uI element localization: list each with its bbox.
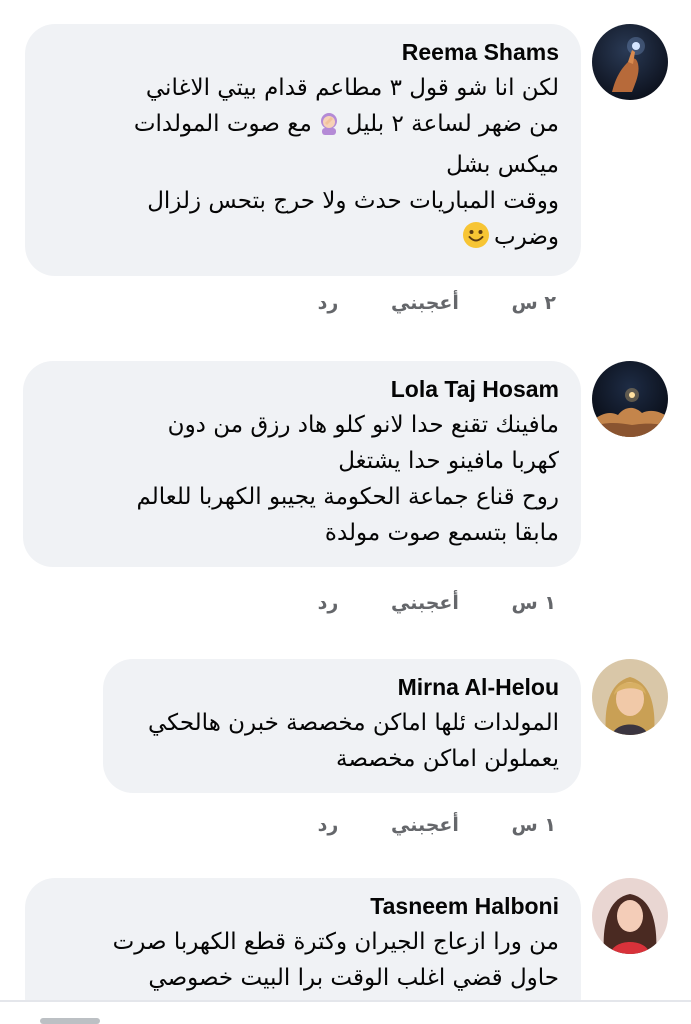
- facepalm-emoji-icon: [316, 110, 342, 147]
- reply-button[interactable]: رد: [318, 814, 339, 836]
- comment-bubble: Lola Taj Hosam مافينك تقنع حدا لانو كلو …: [23, 361, 581, 567]
- reply-button[interactable]: رد: [318, 592, 339, 614]
- comment-actions: ١ س أعجبني رد: [272, 592, 556, 614]
- comment-text-line: روح قناع جماعة الحكومة يجيبو الكهربا للع…: [136, 484, 559, 510]
- comment-text-line: وضرب: [45, 219, 559, 260]
- comment-text-line: مابقا بتسمع صوت مولدة: [324, 520, 559, 546]
- comment-text-line: من ضهر لساعة ٢ بليل مع صوت المولدات: [45, 106, 559, 147]
- comment-bubble: Reema Shams لكن انا شو قول ٣ مطاعم قدام …: [25, 24, 581, 276]
- like-button[interactable]: أعجبني: [391, 592, 459, 614]
- bottom-bar: [0, 1000, 691, 1024]
- comment-timestamp[interactable]: ٢ س: [512, 292, 556, 314]
- avatar[interactable]: [592, 659, 668, 735]
- comment-text-line: ووقت المباريات حدث ولا حرج بتحس زلزال: [147, 188, 559, 214]
- comment-text-fragment: وضرب: [494, 224, 559, 250]
- like-button[interactable]: أعجبني: [391, 292, 459, 314]
- comment-author[interactable]: Reema Shams: [45, 38, 559, 66]
- smile-emoji-icon: [462, 221, 490, 260]
- comment-actions: ٢ س أعجبني رد: [272, 292, 556, 314]
- comment-text-line: من ورا ازعاج الجيران وكترة قطع الكهربا ص…: [112, 929, 559, 955]
- comments-page: Reema Shams لكن انا شو قول ٣ مطاعم قدام …: [0, 0, 691, 1024]
- comment-author[interactable]: Lola Taj Hosam: [43, 375, 559, 403]
- comment-author[interactable]: Tasneem Halboni: [45, 892, 559, 920]
- comment-text-line: مافينك تقنع حدا لانو كلو هاد رزق من دون: [167, 412, 559, 438]
- comment-text-line: المولدات ئلها اماكن مخصصة خبرن هالحكي: [147, 710, 559, 736]
- comment-actions: ١ س أعجبني رد: [272, 814, 556, 836]
- comment-timestamp[interactable]: ١ س: [512, 814, 556, 836]
- reply-button[interactable]: رد: [318, 292, 339, 314]
- comment-text-fragment: مع صوت المولدات: [133, 111, 312, 137]
- comment-text-line: يعملولن اماكن مخصصة: [336, 746, 559, 772]
- comment-bubble: Mirna Al-Helou المولدات ئلها اماكن مخصصة…: [103, 659, 581, 793]
- avatar[interactable]: [592, 878, 668, 954]
- comment-text-line: كهربا مافينو حدا يشتغل: [338, 448, 559, 474]
- comment-text-line: لكن انا شو قول ٣ مطاعم قدام بيتي الاغاني: [145, 75, 559, 101]
- comment-text-fragment: من ضهر لساعة ٢ بليل: [345, 111, 559, 137]
- comment-timestamp[interactable]: ١ س: [512, 592, 556, 614]
- comment-text-line: حاول قضي اغلب الوقت برا البيت خصوصي: [148, 965, 559, 991]
- bottom-bar-indicator: [40, 1018, 100, 1024]
- comment-author[interactable]: Mirna Al-Helou: [123, 673, 559, 701]
- like-button[interactable]: أعجبني: [391, 814, 459, 836]
- avatar[interactable]: [592, 361, 668, 437]
- avatar[interactable]: [592, 24, 668, 100]
- comment-text-line: ميكس بشل: [446, 152, 559, 178]
